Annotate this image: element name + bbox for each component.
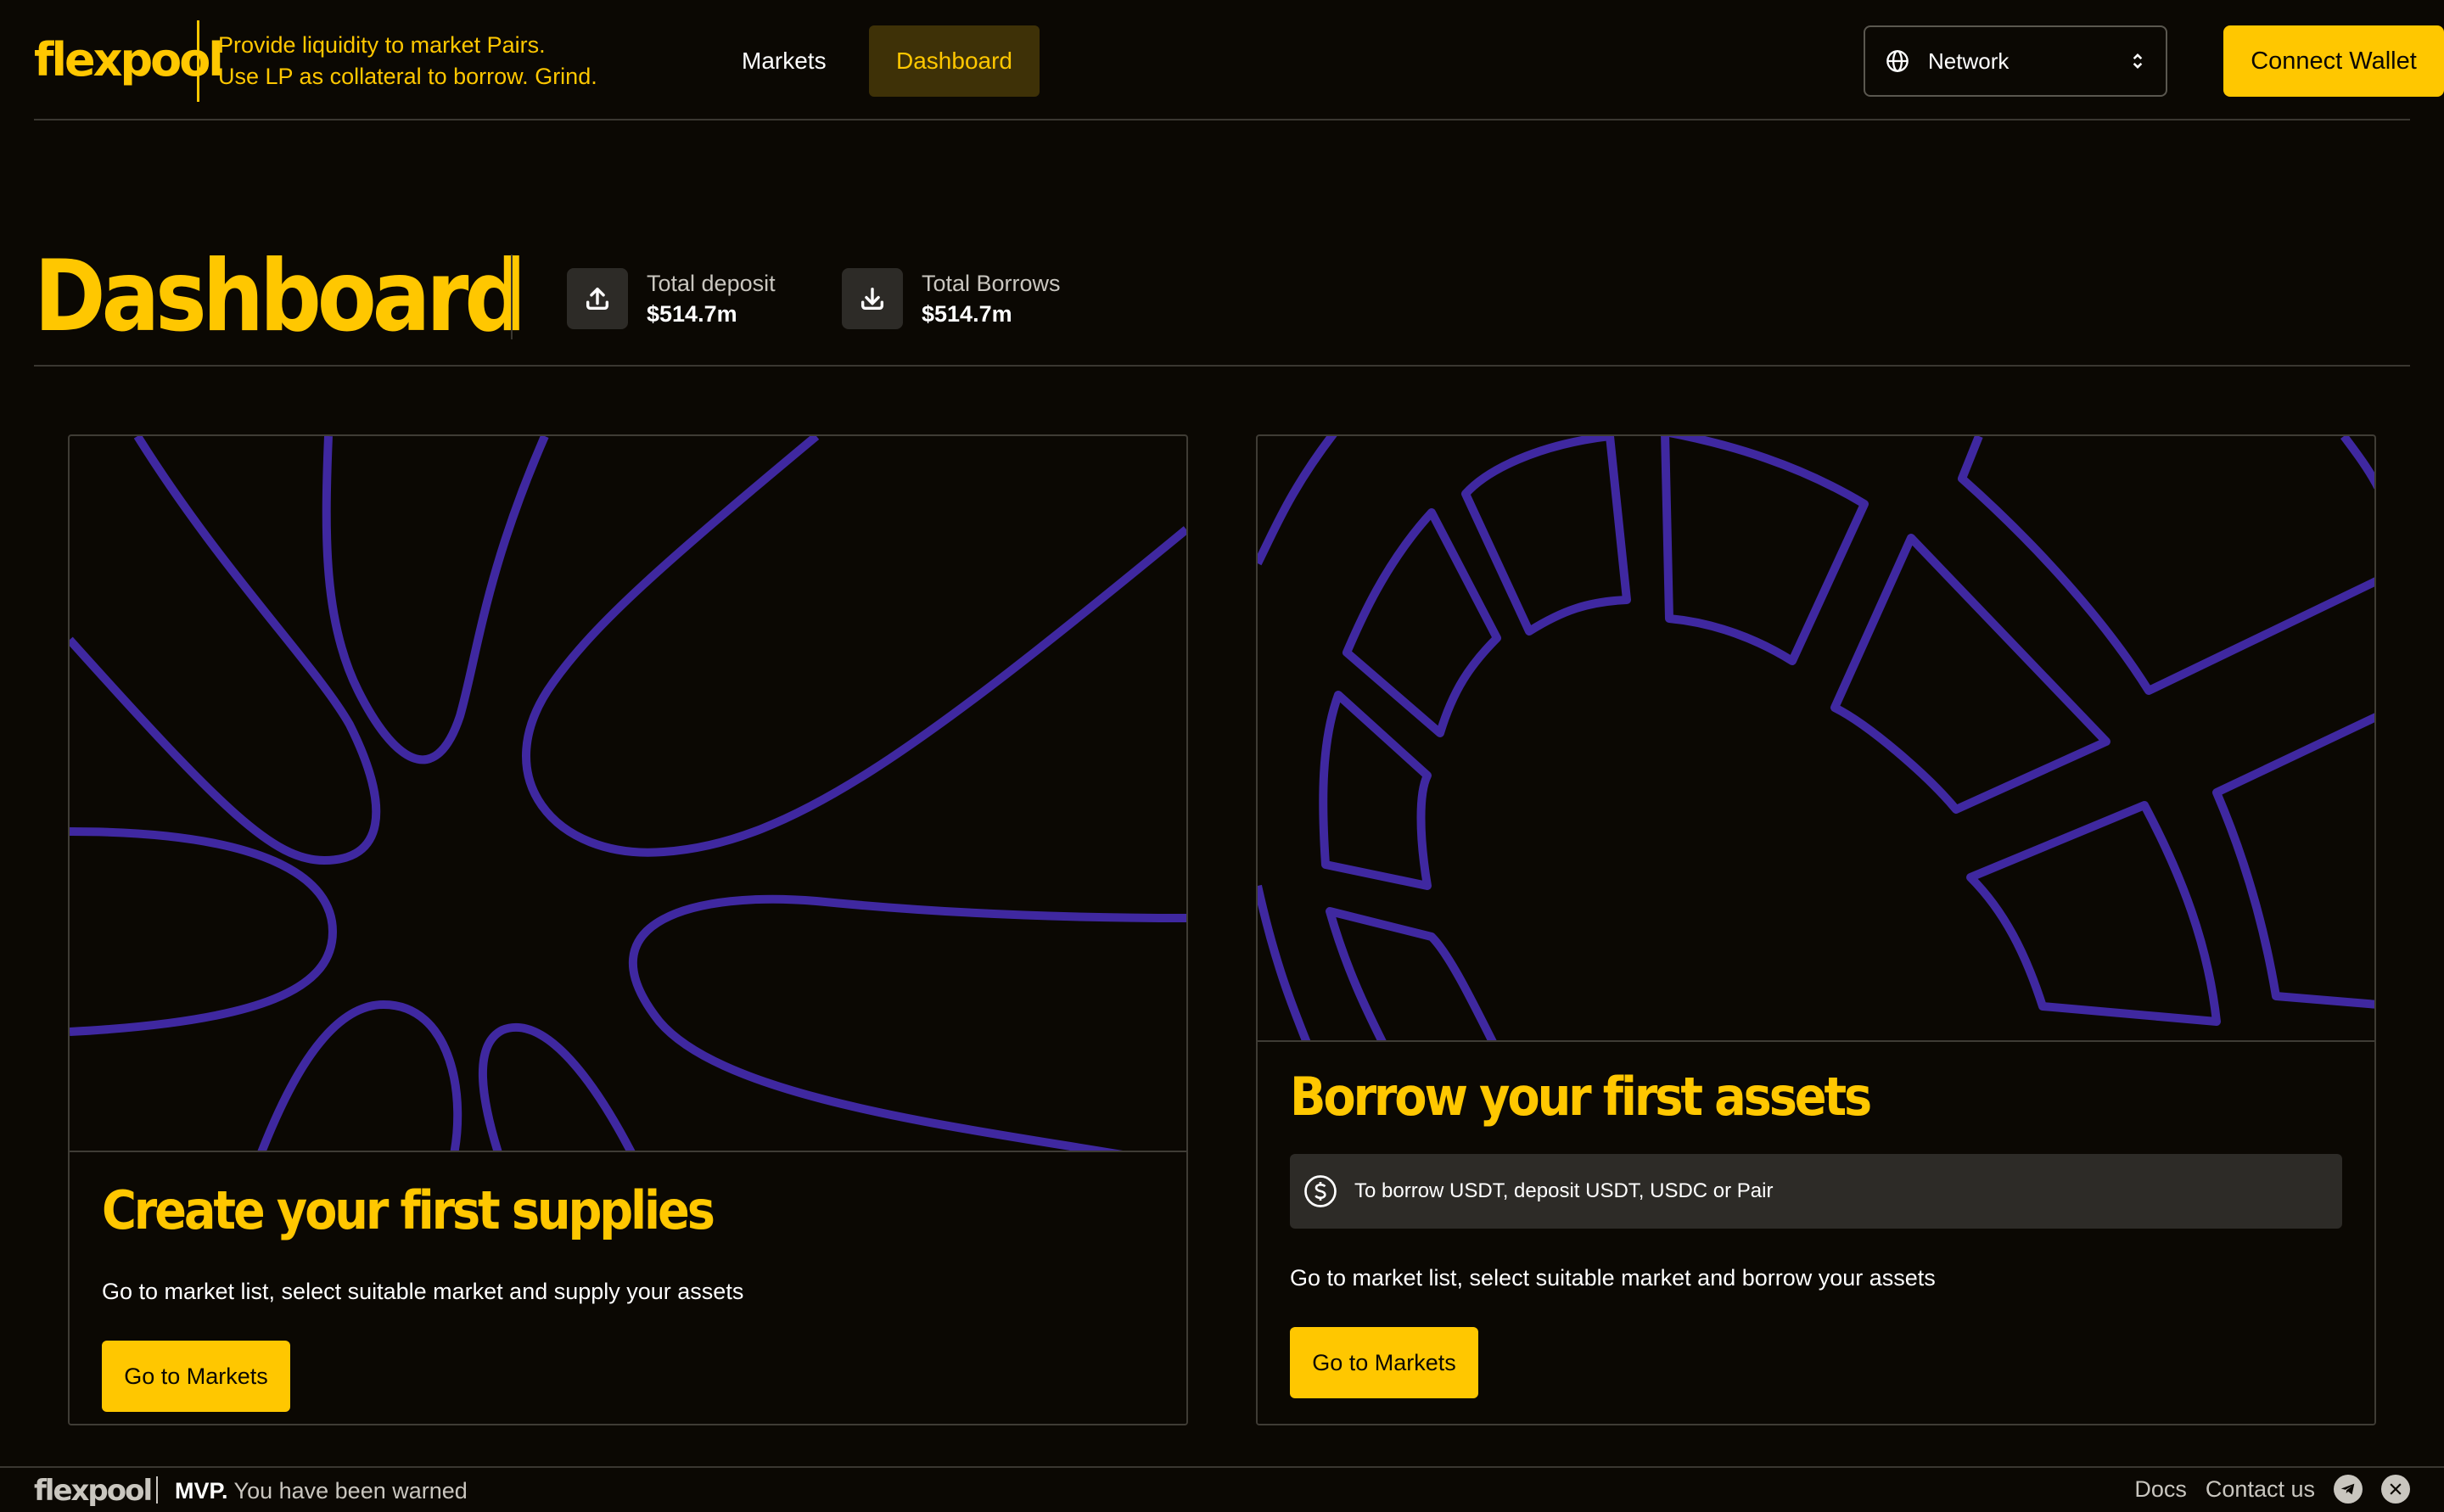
footer-links: Docs Contact us — [2134, 1475, 2410, 1504]
warning-text: You have been warned — [233, 1478, 468, 1504]
nav-markets[interactable]: Markets — [715, 25, 854, 97]
total-deposit-value: $514.7m — [647, 301, 737, 327]
borrow-card-title: Borrow your first assets — [1290, 1066, 1872, 1128]
chevron-up-down-icon — [2133, 53, 2143, 70]
dashboard-header: Dashboard Total deposit $514.7m Total Bo… — [34, 221, 2410, 367]
mvp-warning: MVP. You have been warned — [175, 1476, 468, 1505]
go-to-markets-button[interactable]: Go to Markets — [102, 1341, 290, 1412]
supplies-card-description: Go to market list, select suitable marke… — [102, 1279, 744, 1304]
x-twitter-icon[interactable] — [2381, 1475, 2410, 1504]
flower-illustration — [70, 436, 1186, 1151]
borrow-card-description: Go to market list, select suitable marke… — [1290, 1265, 1936, 1291]
download-icon — [842, 268, 903, 329]
flexpool-logo[interactable]: flexpool — [34, 31, 224, 90]
dollar-icon — [1304, 1175, 1337, 1207]
upload-icon — [567, 268, 628, 329]
borrow-notice: To borrow USDT, deposit USDT, USDC or Pa… — [1290, 1154, 2342, 1229]
borrow-notice-text: To borrow USDT, deposit USDT, USDC or Pa… — [1354, 1179, 1774, 1202]
connect-wallet-button[interactable]: Connect Wallet — [2223, 25, 2444, 97]
network-label: Network — [1928, 48, 2010, 74]
top-header: flexpool Provide liquidity to market Pai… — [34, 0, 2444, 120]
tagline-line-2: Use LP as collateral to borrow. Grind. — [218, 64, 597, 89]
footer-divider — [156, 1476, 158, 1504]
network-select[interactable]: Network — [1864, 25, 2167, 97]
total-borrows-stat: Total Borrows $514.7m — [842, 268, 1061, 329]
mvp-label: MVP. — [175, 1478, 228, 1504]
globe-icon — [1886, 50, 1909, 72]
footer: flexpool MVP. You have been warned Docs … — [0, 1466, 2444, 1512]
contact-link[interactable]: Contact us — [2206, 1476, 2315, 1503]
docs-link[interactable]: Docs — [2134, 1476, 2187, 1503]
supplies-card: Create your first supplies Go to market … — [68, 434, 1188, 1425]
footer-logo[interactable]: flexpool — [34, 1473, 153, 1509]
page-title: Dashboard — [34, 239, 526, 354]
tagline: Provide liquidity to market Pairs. Use L… — [197, 20, 597, 102]
total-deposit-stat: Total deposit $514.7m — [567, 268, 776, 329]
nav-dashboard[interactable]: Dashboard — [869, 25, 1040, 97]
total-borrows-label: Total Borrows — [922, 271, 1061, 296]
go-to-markets-button[interactable]: Go to Markets — [1290, 1327, 1478, 1398]
supplies-card-body: Create your first supplies Go to market … — [70, 1151, 1186, 1424]
telegram-icon[interactable] — [2334, 1475, 2363, 1504]
tagline-line-1: Provide liquidity to market Pairs. — [218, 32, 546, 58]
borrow-card-body: Borrow your first assets To borrow USDT,… — [1258, 1040, 2374, 1424]
divider — [511, 255, 513, 339]
total-borrows-value: $514.7m — [922, 301, 1012, 327]
supplies-card-title: Create your first supplies — [102, 1179, 715, 1241]
wheel-illustration — [1258, 436, 2374, 1040]
borrow-card: Borrow your first assets To borrow USDT,… — [1256, 434, 2376, 1425]
total-deposit-label: Total deposit — [647, 271, 776, 296]
